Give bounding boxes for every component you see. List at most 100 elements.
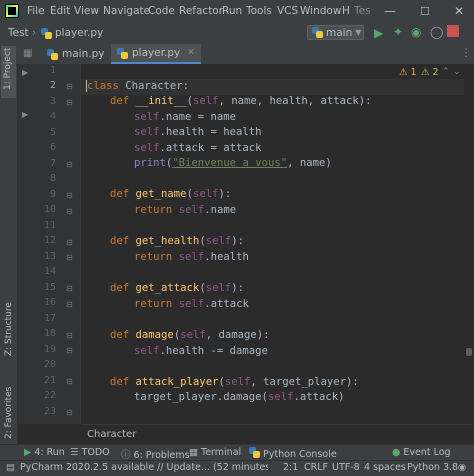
menu-navigate[interactable]: Navigate xyxy=(103,5,150,17)
breadcrumb-class[interactable]: Character xyxy=(87,429,136,440)
stop-icon[interactable] xyxy=(447,25,459,37)
fold-icon[interactable]: ⊟ xyxy=(66,160,73,169)
window-title: Tes xyxy=(354,5,371,17)
coverage-icon[interactable]: ◉ xyxy=(411,25,421,39)
fold-icon[interactable]: ⊟ xyxy=(66,377,73,386)
scrollbar-thumb[interactable] xyxy=(466,348,472,356)
python-console-tool-label: Python Console xyxy=(263,449,337,460)
line-number: 19 xyxy=(43,344,56,355)
menu-bar: File Edit View Navigate Code Refactor Ru… xyxy=(0,0,474,23)
code-line: def attack_player(self, target_player): xyxy=(110,376,359,388)
problems-tool-button[interactable]: ⓘ 6: Problems xyxy=(121,447,190,461)
code-line: self.health = health xyxy=(134,126,262,138)
fold-icon[interactable]: ⊟ xyxy=(66,408,73,417)
tab-player-py[interactable]: player.py ✕ xyxy=(111,44,201,64)
fold-gutter: ⊟ ⊟ ⊟ ⊟ ⊟ ⊟ ⊟ ⊟ ⊟ ⊟ ⊟ ⊟ ⊟ xyxy=(60,64,81,424)
line-separator[interactable]: CRLF xyxy=(304,462,328,473)
line-number: 17 xyxy=(43,313,56,324)
favorites-tool-label[interactable]: 2: Favorites xyxy=(4,387,14,439)
line-number: 4 xyxy=(49,111,56,122)
code-line: def get_health(self): xyxy=(110,235,244,247)
line-number: 7 xyxy=(49,158,56,169)
fold-icon[interactable]: ⊟ xyxy=(66,238,73,247)
navigation-bar: Test › player.py main ▼ ▶ ✦ ◉ ◯ xyxy=(0,22,474,45)
weak-warning-count[interactable]: ⚠ 2 xyxy=(421,67,439,78)
menu-vcs[interactable]: VCS xyxy=(277,5,298,17)
fold-icon[interactable]: ⊟ xyxy=(66,331,73,340)
close-window-icon[interactable]: ✕ xyxy=(454,4,464,18)
project-tool-button[interactable]: 1: Project xyxy=(1,46,16,98)
python-icon xyxy=(312,27,323,38)
menu-run[interactable]: Run xyxy=(222,5,242,17)
warning-count[interactable]: ⚠ 1 xyxy=(399,67,417,78)
folder-icon: ▦ xyxy=(23,48,33,59)
editor-scrollbar[interactable] xyxy=(464,64,474,424)
fold-icon[interactable]: ⊟ xyxy=(66,346,73,355)
editor-tabs: ▦ main.py ✕ player.py ✕ ⋮ xyxy=(17,44,474,65)
maximize-icon[interactable]: ☐ xyxy=(420,5,430,18)
lock-icon[interactable]: ◉ xyxy=(458,462,466,473)
fold-icon[interactable]: ⊟ xyxy=(66,253,73,262)
terminal-tool-button[interactable]: ▦ Terminal xyxy=(189,447,241,458)
menu-refactor[interactable]: Refactor xyxy=(179,5,223,17)
line-number: 14 xyxy=(43,266,56,277)
python-console-tool-button[interactable]: Python Console xyxy=(249,447,337,460)
close-tab-icon[interactable]: ✕ xyxy=(187,48,195,58)
menu-file[interactable]: File xyxy=(27,5,45,17)
run-config-dropdown[interactable]: main ▼ xyxy=(307,25,364,40)
breadcrumb-file[interactable]: player.py xyxy=(55,27,103,39)
event-log-tool-button[interactable]: ● Event Log xyxy=(392,447,451,458)
fold-icon[interactable]: ⊟ xyxy=(66,284,73,293)
terminal-tool-label: Terminal xyxy=(201,447,242,458)
python-file-icon xyxy=(47,48,58,60)
menu-tools[interactable]: Tools xyxy=(246,5,272,17)
menu-edit[interactable]: Edit xyxy=(50,5,70,17)
file-encoding[interactable]: UTF-8 xyxy=(332,462,360,473)
tool-window-bar: ▶ 4: Run ☰ TODO ⓘ 6: Problems ▦ Terminal… xyxy=(0,444,474,461)
fold-icon[interactable]: ⊟ xyxy=(66,98,73,107)
left-tool-strip: 1: Project Z: Structure 2: Favorites xyxy=(0,44,18,444)
structure-tool-label[interactable]: Z: Structure xyxy=(4,302,14,356)
indent-setting[interactable]: 4 spaces xyxy=(364,462,406,473)
code-line: def __init__(self, name, health, attack)… xyxy=(110,95,372,107)
status-bar: ▤ PyCharm 2020.2.5 available // Update..… xyxy=(0,460,474,476)
fold-icon[interactable]: ⊟ xyxy=(66,300,73,309)
minimize-icon[interactable]: — xyxy=(384,4,396,18)
python-interpreter[interactable]: Python 3.8 xyxy=(407,462,458,473)
line-number: 21 xyxy=(43,375,56,386)
event-log-icon: ● xyxy=(392,447,401,458)
debug-icon[interactable]: ✦ xyxy=(393,25,403,39)
fold-icon[interactable]: ⊟ xyxy=(66,191,73,200)
code-line: print("Bienvenue a vous", name) xyxy=(134,157,332,169)
tab-label: main.py xyxy=(62,48,105,60)
terminal-icon: ▦ xyxy=(189,447,198,458)
menu-help[interactable]: H xyxy=(342,5,350,17)
line-number: 22 xyxy=(43,390,56,401)
profile-icon[interactable]: ◯ xyxy=(430,25,443,39)
breadcrumb-project[interactable]: Test xyxy=(8,27,29,39)
chevron-down-icon: ▼ xyxy=(355,28,362,37)
line-number: 8 xyxy=(49,173,56,184)
menu-view[interactable]: View xyxy=(74,5,99,17)
todo-tool-button[interactable]: ☰ TODO xyxy=(70,447,110,458)
line-number: 12 xyxy=(43,235,56,246)
expand-arrow-icon[interactable]: ▶ xyxy=(22,68,28,77)
fold-icon[interactable]: ⊟ xyxy=(66,207,73,216)
menu-window[interactable]: Window xyxy=(300,5,341,17)
fold-icon[interactable]: ⊟ xyxy=(66,82,73,91)
caret-position[interactable]: 2:1 xyxy=(283,462,298,473)
chevron-up-icon[interactable]: ⌃ xyxy=(442,67,450,77)
status-icon[interactable]: ▤ xyxy=(6,462,15,473)
run-tool-button[interactable]: ▶ 4: Run xyxy=(24,447,65,458)
more-tabs-icon[interactable]: ⋮ xyxy=(461,47,472,59)
file-icon xyxy=(41,28,52,42)
run-icon[interactable]: ▶ xyxy=(374,26,383,40)
chevron-right-icon: › xyxy=(32,27,37,39)
line-number: 15 xyxy=(43,282,56,293)
menu-code[interactable]: Code xyxy=(148,5,175,17)
python-icon xyxy=(249,447,260,458)
chevron-down-icon[interactable]: ⌄ xyxy=(453,67,461,77)
expand-arrow-icon[interactable]: ▶ xyxy=(22,110,28,119)
code-line: def damage(self, damage): xyxy=(110,329,270,341)
status-message[interactable]: PyCharm 2020.2.5 available // Update... … xyxy=(20,462,268,473)
